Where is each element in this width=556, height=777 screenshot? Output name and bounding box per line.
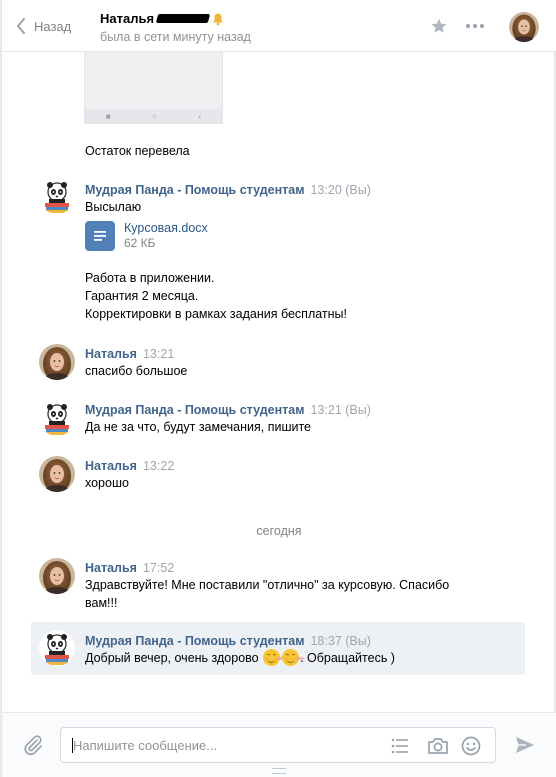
smile-emoji-icon xyxy=(282,649,300,666)
emoji-button[interactable] xyxy=(461,736,481,759)
message-text: Гарантия 2 месяца. xyxy=(85,289,199,303)
chat-header: Назад Наталья была в сети минуту назад xyxy=(2,0,556,52)
message-input-box[interactable] xyxy=(60,727,496,763)
avatar-image xyxy=(509,12,539,42)
message-text: Добрый вечер, очень здорово . Обращайтес… xyxy=(85,649,395,667)
girl-avatar-image xyxy=(39,344,75,380)
message-time[interactable]: 13:20 (Вы) xyxy=(310,183,370,197)
document-name[interactable]: Курсовая.docx xyxy=(124,221,208,236)
star-icon xyxy=(431,18,447,33)
avatar[interactable] xyxy=(39,178,75,214)
avatar[interactable] xyxy=(39,630,75,666)
avatar[interactable] xyxy=(39,558,75,594)
message-text: Остаток перевела xyxy=(85,144,190,158)
author-name[interactable]: Наталья xyxy=(85,347,137,361)
author-name[interactable]: Мудрая Панда - Помощь студентам xyxy=(85,403,304,417)
resize-grip[interactable] xyxy=(272,768,286,774)
message-header: Мудрая Панда - Помощь студентам 13:20 (Вы… xyxy=(85,182,371,198)
girl-avatar-image xyxy=(39,456,75,492)
more-button[interactable] xyxy=(466,24,484,28)
back-button[interactable]: Назад xyxy=(16,16,71,36)
message-header: Наталья 17:52 xyxy=(85,560,174,576)
smile-icon xyxy=(461,736,481,756)
image-attachment[interactable]: ■ ○ ‹ xyxy=(84,52,223,124)
circle-icon: ○ xyxy=(152,111,157,121)
message-text: вам!!! xyxy=(85,596,118,610)
message-time[interactable]: 18:37 (Вы) xyxy=(310,634,370,648)
back-label: Назад xyxy=(34,18,72,34)
paperclip-icon xyxy=(24,735,43,756)
camera-button[interactable] xyxy=(427,736,449,759)
peer-info[interactable]: Наталья была в сети минуту назад xyxy=(100,11,251,44)
message-header: Наталья 13:22 xyxy=(85,458,174,474)
panda-avatar-image xyxy=(39,178,75,214)
document-attachment[interactable]: Курсовая.docx 62 КБ xyxy=(85,219,208,253)
avatar[interactable] xyxy=(39,344,75,380)
bell-icon xyxy=(213,13,224,25)
message-time[interactable]: 13:21 (Вы) xyxy=(310,403,370,417)
message-time[interactable]: 13:21 xyxy=(143,347,174,361)
author-name[interactable]: Мудрая Панда - Помощь студентам xyxy=(85,183,304,197)
peer-name: Наталья xyxy=(100,11,155,26)
attach-button[interactable] xyxy=(22,734,44,759)
avatar[interactable] xyxy=(39,456,75,492)
message-history[interactable]: ■ ○ ‹ Остаток перевела Мудрая Панда - По… xyxy=(2,52,556,712)
smile-emoji-icon xyxy=(263,649,281,666)
author-name[interactable]: Наталья xyxy=(85,561,137,575)
message-text: Да не за что, будут замечания, пишите xyxy=(85,420,312,434)
message-input[interactable] xyxy=(73,736,373,754)
message-text: Корректировки в рамках задания бесплатны… xyxy=(85,307,348,321)
message-text: Высылаю xyxy=(85,200,142,214)
send-button[interactable] xyxy=(515,736,535,757)
document-size: 62 КБ xyxy=(124,236,156,250)
author-name[interactable]: Мудрая Панда - Помощь студентам xyxy=(85,634,304,648)
favorite-button[interactable] xyxy=(430,17,448,38)
author-name[interactable]: Наталья xyxy=(85,459,137,473)
message-text: спасибо большое xyxy=(85,364,188,378)
document-meta: Курсовая.docx 62 КБ xyxy=(124,221,208,251)
chevron-left-icon xyxy=(17,18,25,34)
message-header: Наталья 13:21 xyxy=(85,346,174,362)
square-icon: ■ xyxy=(105,111,111,121)
chat-window: Назад Наталья была в сети минуту назад ■… xyxy=(1,0,556,777)
message-header: Мудрая Панда - Помощь студентам 18:37 (Вы… xyxy=(85,633,371,649)
back-arrow-icon: ‹ xyxy=(198,111,202,121)
camera-icon xyxy=(428,738,448,754)
girl-avatar-image xyxy=(39,558,75,594)
more-icon-dot xyxy=(473,24,477,28)
message-time[interactable]: 13:22 xyxy=(143,459,174,473)
peer-name-row: Наталья xyxy=(100,11,251,26)
templates-button[interactable] xyxy=(391,738,409,757)
document-icon xyxy=(85,221,115,251)
message-text: Работа в приложении. xyxy=(85,271,215,285)
send-icon xyxy=(516,737,534,753)
message-text: Здравствуйте! Мне поставили "отлично" за… xyxy=(85,578,450,592)
more-icon-dot xyxy=(480,24,484,28)
message-header: Мудрая Панда - Помощь студентам 13:21 (Вы… xyxy=(85,402,371,418)
redacted-surname xyxy=(155,14,211,23)
message-time[interactable]: 17:52 xyxy=(143,561,174,575)
image-navbar: ■ ○ ‹ xyxy=(85,109,222,123)
peer-status: была в сети минуту назад xyxy=(100,30,251,44)
panda-avatar-image xyxy=(39,400,75,436)
avatar[interactable] xyxy=(39,400,75,436)
peer-avatar[interactable] xyxy=(509,12,539,42)
message-text: хорошо xyxy=(85,476,129,490)
message-text-part: Добрый вечер, очень здорово xyxy=(85,651,263,665)
message-composer xyxy=(2,712,556,777)
more-icon xyxy=(466,24,470,28)
message-text-part: . Обращайтесь ) xyxy=(300,651,395,665)
list-icon xyxy=(391,738,408,754)
date-separator: сегодня xyxy=(256,524,302,538)
panda-avatar-image xyxy=(39,630,75,666)
